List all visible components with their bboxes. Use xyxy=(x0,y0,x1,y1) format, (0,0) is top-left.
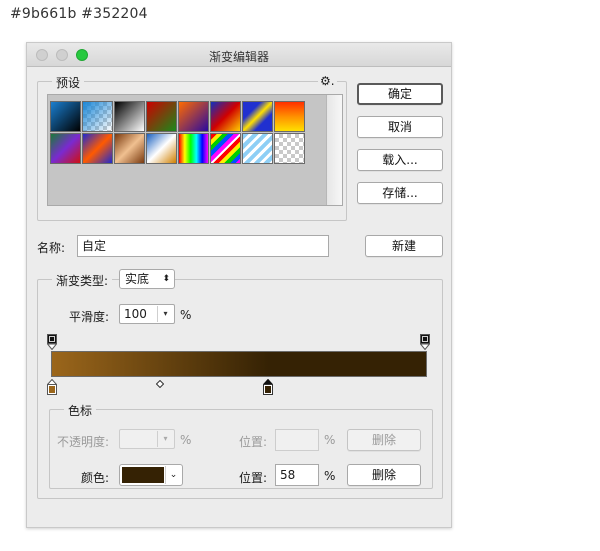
presets-label: 预设 xyxy=(52,74,85,91)
chevron-down-icon[interactable]: ▾ xyxy=(157,431,173,447)
gradient-editor-window: 渐变编辑器 预设 ⚙. 确定 取消 载入... 存储... 名称: 自定 新建 … xyxy=(26,42,452,528)
opacity-delete-button[interactable]: 删除 xyxy=(347,429,421,451)
preset-swatch[interactable] xyxy=(82,133,113,164)
color-position-input[interactable]: 58 xyxy=(275,464,319,486)
cancel-button[interactable]: 取消 xyxy=(357,116,443,138)
preset-swatch[interactable] xyxy=(210,133,241,164)
gradient-preview-bar[interactable] xyxy=(51,351,427,377)
title-bar: 渐变编辑器 xyxy=(27,43,451,67)
preset-swatch[interactable] xyxy=(178,133,209,164)
opacity-input[interactable]: ▾ xyxy=(119,429,175,449)
window-title: 渐变编辑器 xyxy=(208,50,269,64)
preset-swatch[interactable] xyxy=(242,133,273,164)
chevron-down-icon[interactable]: ⌄ xyxy=(165,466,181,484)
smoothness-unit: % xyxy=(180,308,192,322)
presets-group: 预设 ⚙. xyxy=(37,74,347,221)
midpoint-diamond-icon xyxy=(155,379,165,389)
opacity-stop-icon xyxy=(46,334,58,351)
chevron-down-icon[interactable]: ▾ xyxy=(157,306,173,322)
presets-scrollbar[interactable] xyxy=(326,95,342,205)
opacity-position-unit: % xyxy=(324,433,336,447)
preset-swatch[interactable] xyxy=(210,101,241,132)
new-button[interactable]: 新建 xyxy=(365,235,443,257)
updown-arrow-icon: ⬍ xyxy=(162,274,170,284)
name-input[interactable]: 自定 xyxy=(77,235,329,257)
name-label: 名称: xyxy=(37,241,66,255)
color-stop-selected[interactable] xyxy=(262,378,274,398)
color-label: 颜色: xyxy=(81,471,110,485)
opacity-position-label: 位置: xyxy=(239,435,268,449)
caption-text: #9b661b #352204 xyxy=(10,6,148,22)
color-delete-button[interactable]: 删除 xyxy=(347,464,421,486)
ok-button[interactable]: 确定 xyxy=(357,83,443,105)
preset-swatch[interactable] xyxy=(178,101,209,132)
opacity-unit: % xyxy=(180,433,192,447)
color-stop-icon xyxy=(262,378,274,395)
preset-swatch[interactable] xyxy=(50,101,81,132)
save-button[interactable]: 存储... xyxy=(357,182,443,204)
opacity-label: 不透明度: xyxy=(57,435,110,449)
color-swatch[interactable] xyxy=(122,467,164,483)
color-picker[interactable]: ⌄ xyxy=(119,464,183,486)
gradient-type-select[interactable]: 实底 ⬍ xyxy=(119,269,175,289)
color-position-unit: % xyxy=(324,469,336,483)
color-stop-icon xyxy=(46,378,58,395)
color-position-label: 位置: xyxy=(239,471,268,485)
preset-swatch[interactable] xyxy=(82,101,113,132)
preset-swatch[interactable] xyxy=(146,133,177,164)
color-stops-label: 色标 xyxy=(64,402,97,419)
preset-swatch[interactable] xyxy=(242,101,273,132)
load-button[interactable]: 载入... xyxy=(357,149,443,171)
preset-swatch[interactable] xyxy=(146,101,177,132)
color-stop-left[interactable] xyxy=(46,378,58,398)
smoothness-label: 平滑度: xyxy=(69,310,110,324)
preset-swatch[interactable] xyxy=(114,101,145,132)
gradient-type-label: 渐变类型: xyxy=(52,272,113,289)
color-midpoint-diamond[interactable] xyxy=(155,377,165,391)
preset-swatch[interactable] xyxy=(274,133,305,164)
presets-gear-icon[interactable]: ⚙. xyxy=(318,74,337,88)
preset-swatch[interactable] xyxy=(274,101,305,132)
preset-swatch[interactable] xyxy=(50,133,81,164)
gradient-type-value: 实底 xyxy=(125,272,150,286)
preset-swatch[interactable] xyxy=(114,133,145,164)
smoothness-input[interactable]: 100 ▾ xyxy=(119,304,175,324)
opacity-stop-icon xyxy=(419,334,431,351)
smoothness-value: 100 xyxy=(124,307,147,321)
presets-grid xyxy=(47,94,343,206)
opacity-position-input[interactable] xyxy=(275,429,319,451)
